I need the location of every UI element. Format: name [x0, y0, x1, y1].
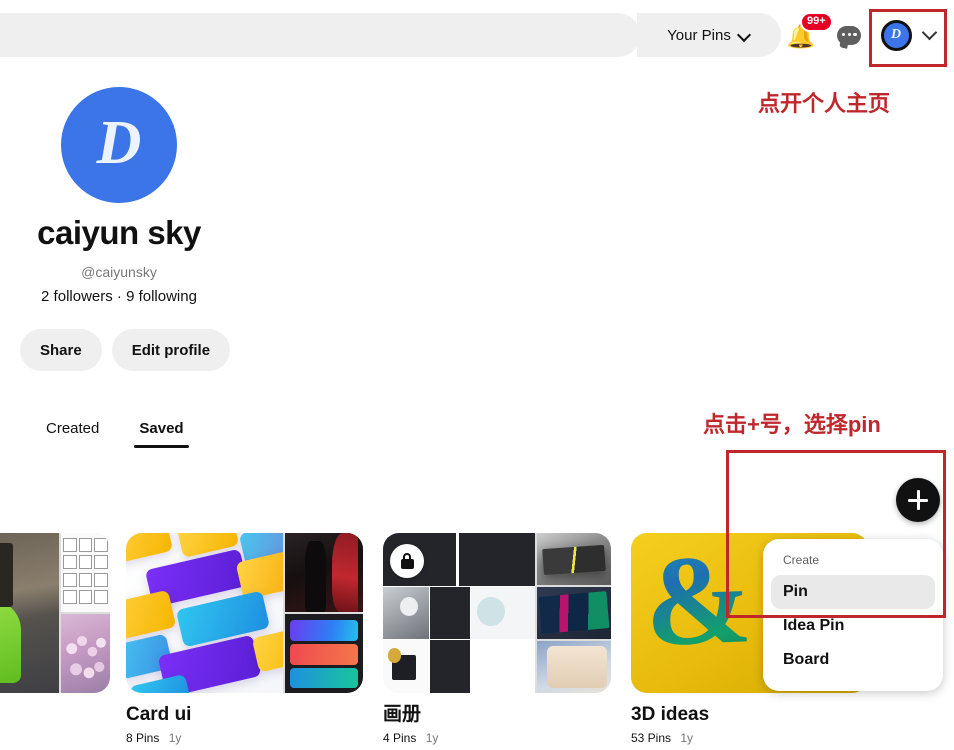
page-title: caiyun sky [37, 214, 201, 251]
board-meta [0, 705, 110, 719]
chevron-down-icon [738, 29, 751, 42]
tab-saved[interactable]: Saved [134, 420, 189, 448]
thumbnail-side-images [285, 533, 363, 693]
board-title: 3D ideas [631, 704, 710, 725]
board-age: 1y [680, 730, 694, 745]
thumbnail-image [537, 641, 611, 693]
board-pin-count: 8 Pins [126, 730, 160, 745]
board-age: 1y [168, 730, 182, 745]
menu-item-board[interactable]: Board [771, 643, 935, 677]
thumbnail-image [537, 533, 611, 585]
thumbnail-image [285, 533, 363, 612]
tab-created[interactable]: Created [46, 420, 99, 448]
follow-stats: 2 followers · 9 following [41, 288, 197, 305]
secret-board-badge [390, 544, 424, 578]
profile-tabs: Created Saved [46, 420, 189, 448]
avatar-letter: D [890, 27, 902, 42]
avatar-icon: D [880, 19, 912, 51]
board-title: Card ui [126, 704, 192, 725]
thumbnail-image [537, 587, 611, 639]
pinterest-profile-page: Your Pins 🔔 99+ D D caiyun sky @caiyunsk… [0, 0, 954, 750]
profile-avatar: D [62, 88, 176, 202]
your-pins-label: Your Pins [667, 26, 731, 44]
menu-item-idea-pin[interactable]: Idea Pin [771, 609, 935, 643]
profile-actions: Share Edit profile [20, 329, 231, 371]
thumbnail-image [61, 533, 110, 612]
menu-item-pin[interactable]: Pin [771, 575, 935, 609]
speech-bubble-icon [837, 25, 861, 49]
your-pins-dropdown[interactable]: Your Pins [637, 13, 781, 57]
board-title: 画册 [383, 704, 422, 725]
create-button[interactable] [896, 478, 940, 522]
thumbnail-side-images [537, 533, 611, 693]
messages-button[interactable] [834, 20, 864, 52]
search-input[interactable] [0, 13, 640, 57]
create-menu-header: Create [783, 553, 820, 567]
ampersand-art: & [642, 533, 755, 674]
board-card[interactable]: 画册 4 Pins 1y [383, 533, 611, 745]
board-age: 1y [425, 730, 439, 745]
plus-icon [908, 490, 928, 510]
board-thumbnail [0, 533, 110, 693]
edit-profile-button[interactable]: Edit profile [111, 329, 231, 371]
thumbnail-image [61, 614, 110, 693]
thumbnail-image [126, 533, 283, 693]
board-meta: 4 Pins 1y [383, 731, 611, 745]
board-thumbnail [126, 533, 363, 693]
top-navbar: Your Pins 🔔 99+ D [0, 0, 954, 68]
lock-icon [400, 553, 414, 569]
thumbnail-image [0, 533, 59, 693]
thumbnail-image [285, 614, 363, 693]
annotation-text-account: 点开个人主页 [758, 91, 891, 116]
annotation-text-create: 点击+号，选择pin [703, 412, 881, 437]
thumbnail-side-images [61, 533, 110, 693]
board-meta: 53 Pins 1y [631, 731, 868, 745]
create-menu: Create Pin Idea Pin Board [763, 539, 943, 691]
profile-handle: @caiyunsky [81, 264, 157, 280]
notifications-button[interactable]: 🔔 99+ [786, 12, 833, 52]
share-button[interactable]: Share [20, 329, 102, 371]
board-meta: 8 Pins 1y [126, 731, 363, 745]
account-avatar-button[interactable]: D [879, 18, 913, 52]
board-pin-count: 4 Pins [383, 730, 417, 745]
notifications-badge: 99+ [800, 12, 833, 32]
profile-avatar-letter: D [96, 109, 142, 177]
board-thumbnail [383, 533, 611, 693]
account-chevron-down-icon[interactable] [923, 27, 937, 41]
board-card[interactable] [0, 533, 110, 719]
board-card[interactable]: Card ui 8 Pins 1y [126, 533, 363, 745]
board-pin-count: 53 Pins [631, 730, 672, 745]
